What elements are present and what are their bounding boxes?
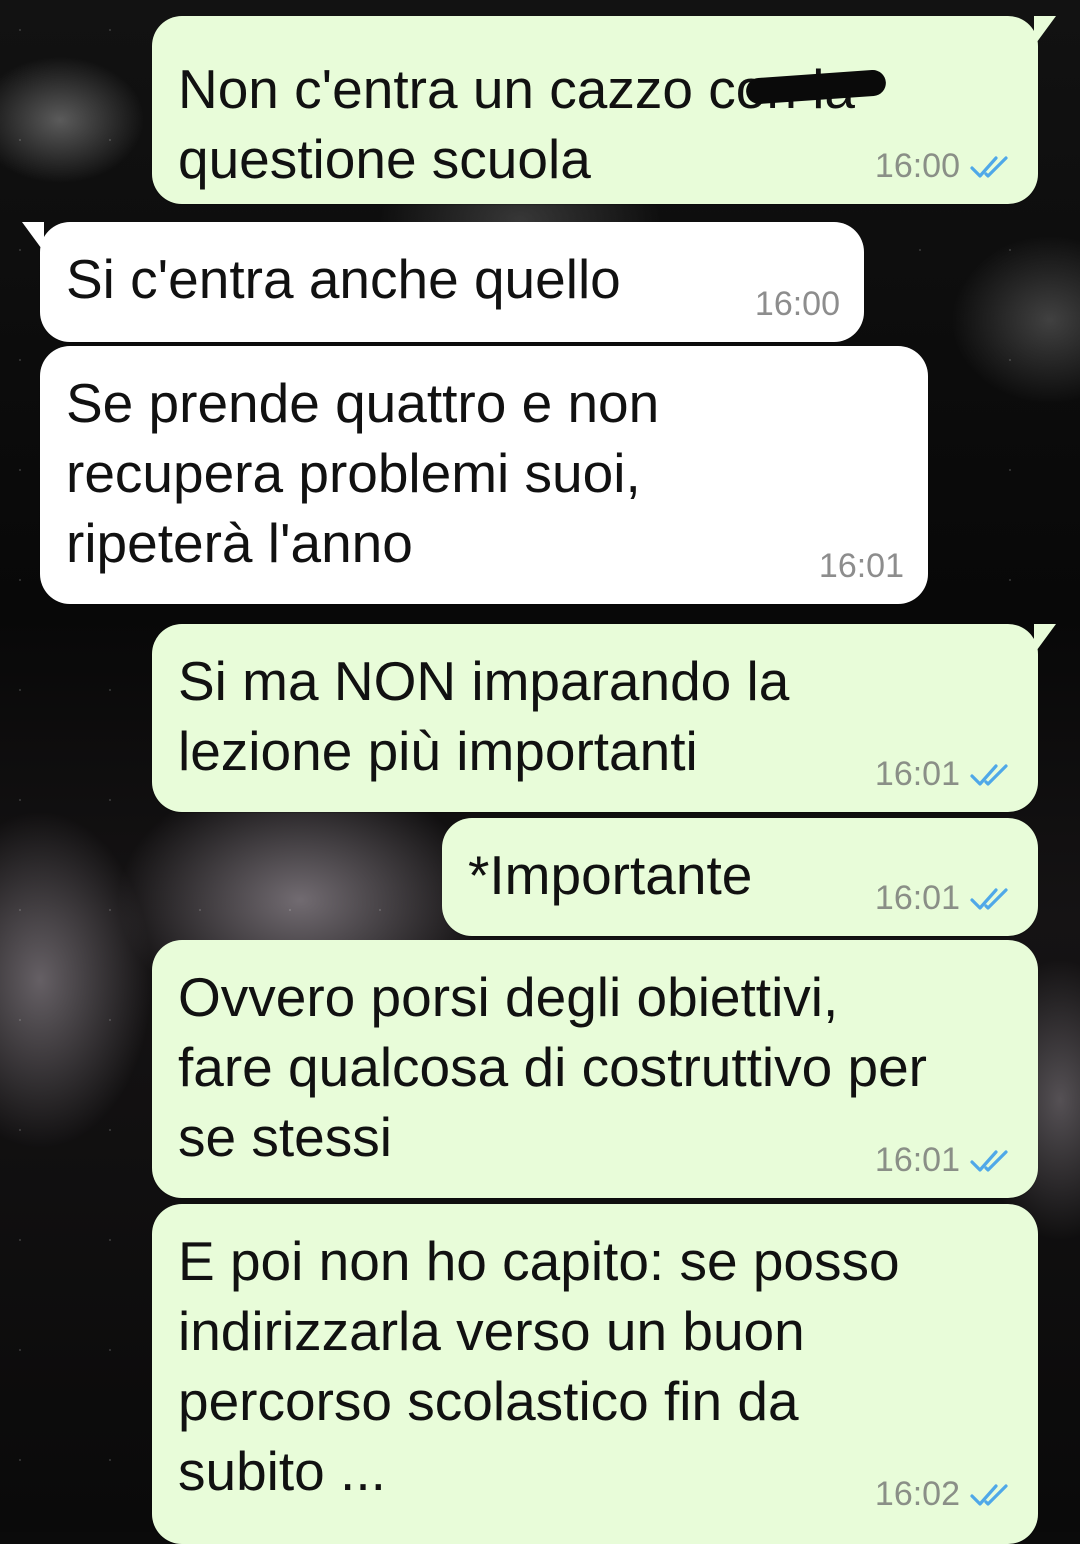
message-text: Ovvero porsi degli obiettivi, fare qualc…: [178, 966, 927, 1168]
message-text: Se prende quattro e non recupera problem…: [66, 372, 660, 574]
bubble-tail: [1034, 624, 1056, 654]
read-receipt-double-check-icon: [970, 886, 1014, 912]
message-bubble-outgoing[interactable]: *Importante 16:01: [442, 818, 1038, 936]
read-receipt-double-check-icon: [970, 1482, 1014, 1508]
message-bubble-incoming[interactable]: Si c'entra anche quello 16:00: [22, 222, 864, 342]
message-time: 16:00: [874, 147, 960, 185]
message-text: E poi non ho capito: se posso indirizzar…: [178, 1230, 900, 1502]
bubble-tail: [22, 222, 44, 252]
read-receipt-double-check-icon: [970, 1148, 1014, 1174]
message-time: 16:01: [874, 1141, 960, 1179]
message-time: 16:00: [754, 285, 840, 323]
message-meta: 16:01: [875, 1141, 1014, 1180]
message-time: 16:01: [818, 547, 904, 585]
message-time: 16:01: [874, 879, 960, 917]
message-meta: 16:01: [819, 547, 904, 586]
message-meta: 16:01: [875, 879, 1014, 918]
message-bubble-outgoing[interactable]: Ovvero porsi degli obiettivi, fare qualc…: [152, 940, 1038, 1198]
message-bubble-outgoing[interactable]: Non c'entra un cazzo con la questione sc…: [152, 16, 1056, 204]
message-meta: 16:01: [875, 755, 1014, 794]
message-bubble-incoming[interactable]: Se prende quattro e non recupera problem…: [40, 346, 928, 604]
bubble-tail: [1034, 16, 1056, 46]
message-time: 16:02: [874, 1475, 960, 1513]
message-bubble-outgoing[interactable]: Si ma NON imparando la lezione più impor…: [152, 624, 1056, 812]
message-text: Non c'entra un cazzo con la questione sc…: [178, 58, 855, 190]
message-time: 16:01: [874, 755, 960, 793]
message-text: Si c'entra anche quello: [66, 248, 621, 310]
message-text: *Importante: [468, 844, 753, 906]
message-meta: 16:00: [875, 147, 1014, 186]
message-meta: 16:00: [755, 285, 840, 324]
message-bubble-outgoing[interactable]: E poi non ho capito: se posso indirizzar…: [152, 1204, 1038, 1544]
read-receipt-double-check-icon: [970, 762, 1014, 788]
message-meta: 16:02: [875, 1475, 1014, 1514]
read-receipt-double-check-icon: [970, 154, 1014, 180]
message-text: Si ma NON imparando la lezione più impor…: [178, 650, 790, 782]
